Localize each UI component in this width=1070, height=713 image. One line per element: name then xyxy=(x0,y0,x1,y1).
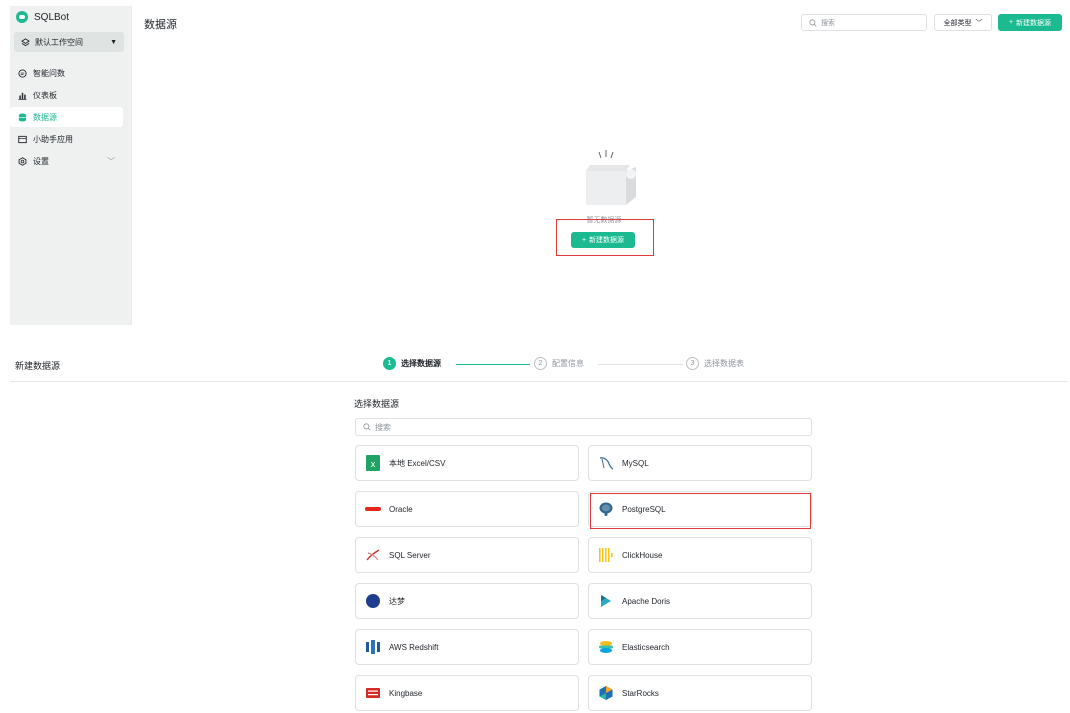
sidebar-nav: 智能问数 仪表板 数据源 小助手应用 设置 ﹀ xyxy=(10,63,132,173)
type-filter-value: 全部类型 xyxy=(943,19,972,27)
caret-down-icon: ▼ xyxy=(110,38,117,46)
svg-text:x: x xyxy=(371,459,376,469)
sidebar: SQLBot 默认工作空间 ▼ 智能问数 仪表板 数据源 小助手应用 设置 ﹀ xyxy=(10,6,132,325)
empty-box-illustration xyxy=(568,149,648,213)
sidebar-item-label: 设置 xyxy=(33,156,49,166)
layers-icon xyxy=(21,37,30,47)
highlight-box xyxy=(590,493,811,529)
assistant-icon xyxy=(18,135,27,144)
sidebar-item-label: 智能问数 xyxy=(33,68,65,78)
chevron-down-icon: ﹀ xyxy=(107,156,115,166)
sidebar-item-label: 仪表板 xyxy=(33,90,57,100)
app-window: SQLBot 默认工作空间 ▼ 智能问数 仪表板 数据源 小助手应用 设置 ﹀ … xyxy=(10,6,1068,325)
redshift-icon xyxy=(365,639,381,655)
step-label: 选择数据表 xyxy=(704,359,744,368)
new-datasource-label: 新建数据源 xyxy=(1016,19,1052,27)
main-content: 数据源 搜索 全部类型 ﹀ + 新建数据源 暂无数据源 + 新建数据源 xyxy=(132,6,1068,325)
datasource-label: Elasticsearch xyxy=(622,642,670,652)
plus-icon: + xyxy=(1008,19,1014,26)
excel-icon: x xyxy=(365,455,381,471)
datasource-label: StarRocks xyxy=(622,688,659,698)
search-placeholder: 搜索 xyxy=(375,422,391,432)
workspace-selector[interactable]: 默认工作空间 ▼ xyxy=(14,32,124,52)
clickhouse-icon xyxy=(598,547,614,563)
sidebar-item-settings[interactable]: 设置 ﹀ xyxy=(10,151,123,171)
chat-icon xyxy=(18,68,27,78)
search-icon xyxy=(808,18,817,27)
step-number: 1 xyxy=(383,357,396,370)
datasource-label: Oracle xyxy=(389,504,413,514)
wizard-title: 新建数据源 xyxy=(15,361,61,371)
oracle-icon xyxy=(365,501,381,517)
sidebar-item-datasource[interactable]: 数据源 xyxy=(10,107,123,127)
datasource-card-mysql[interactable]: MySQL xyxy=(588,445,812,481)
datasource-label: Apache Doris xyxy=(622,596,671,606)
datasource-card-kingbase[interactable]: Kingbase xyxy=(355,675,579,711)
new-datasource-wizard: 新建数据源 1 选择数据源 2 配置信息 3 选择数据表 选择数据源 搜索 x … xyxy=(10,350,1068,713)
sidebar-item-assistant[interactable]: 小助手应用 xyxy=(10,129,123,149)
datasource-label: 达梦 xyxy=(389,596,405,606)
doris-icon xyxy=(598,593,614,609)
highlight-box xyxy=(556,219,654,256)
sidebar-item-smart-query[interactable]: 智能问数 xyxy=(10,63,123,83)
dashboard-icon xyxy=(18,91,27,100)
sidebar-item-label: 数据源 xyxy=(33,112,57,122)
sidebar-item-dashboard[interactable]: 仪表板 xyxy=(10,85,123,105)
datasource-card-elasticsearch[interactable]: Elasticsearch xyxy=(588,629,812,665)
datasource-label: ClickHouse xyxy=(622,550,663,560)
step-label: 配置信息 xyxy=(552,359,584,368)
datasource-card-doris[interactable]: Apache Doris xyxy=(588,583,812,619)
step-number: 2 xyxy=(534,357,547,370)
datasource-card-dameng[interactable]: 达梦 xyxy=(355,583,579,619)
kingbase-icon xyxy=(365,685,381,701)
sqlserver-icon xyxy=(365,547,381,563)
datasource-card-excel[interactable]: x 本地 Excel/CSV xyxy=(355,445,579,481)
datasource-label: AWS Redshift xyxy=(389,642,439,652)
sqlbot-logo-icon xyxy=(16,11,28,23)
page-title: 数据源 xyxy=(144,19,177,31)
mysql-icon xyxy=(598,455,614,471)
type-filter-select[interactable]: 全部类型 ﹀ xyxy=(934,14,992,31)
datasource-label: Kingbase xyxy=(389,688,423,698)
settings-icon xyxy=(18,156,27,166)
datasource-label: 本地 Excel/CSV xyxy=(389,458,446,468)
datasource-label: MySQL xyxy=(622,458,649,468)
datasource-search-input[interactable]: 搜索 xyxy=(355,418,812,436)
new-datasource-button[interactable]: + 新建数据源 xyxy=(998,14,1062,31)
step-label: 选择数据源 xyxy=(401,359,441,368)
chevron-down-icon: ﹀ xyxy=(975,19,983,27)
brand-name: SQLBot xyxy=(34,11,70,23)
search-input[interactable]: 搜索 xyxy=(801,14,927,31)
search-icon xyxy=(362,423,371,432)
step-connector xyxy=(456,364,530,365)
datasource-label: SQL Server xyxy=(389,550,431,560)
sidebar-item-label: 小助手应用 xyxy=(33,134,73,144)
step-1: 1 选择数据源 xyxy=(383,357,441,370)
datasource-card-oracle[interactable]: Oracle xyxy=(355,491,579,527)
datasource-card-clickhouse[interactable]: ClickHouse xyxy=(588,537,812,573)
starrocks-icon xyxy=(598,685,614,701)
divider xyxy=(10,381,1068,382)
datasource-card-starrocks[interactable]: StarRocks xyxy=(588,675,812,711)
step-2: 2 配置信息 xyxy=(534,357,584,370)
wizard-steps: 1 选择数据源 2 配置信息 3 选择数据表 xyxy=(383,357,753,373)
section-label: 选择数据源 xyxy=(354,399,400,409)
elasticsearch-icon xyxy=(598,639,614,655)
brand[interactable]: SQLBot xyxy=(16,11,69,23)
dameng-icon xyxy=(365,593,381,609)
datasource-card-sqlserver[interactable]: SQL Server xyxy=(355,537,579,573)
step-connector xyxy=(598,364,683,365)
step-number: 3 xyxy=(686,357,699,370)
search-placeholder: 搜索 xyxy=(821,19,835,27)
workspace-name: 默认工作空间 xyxy=(35,37,83,47)
step-3: 3 选择数据表 xyxy=(686,357,744,370)
database-icon xyxy=(18,113,27,122)
datasource-card-redshift[interactable]: AWS Redshift xyxy=(355,629,579,665)
